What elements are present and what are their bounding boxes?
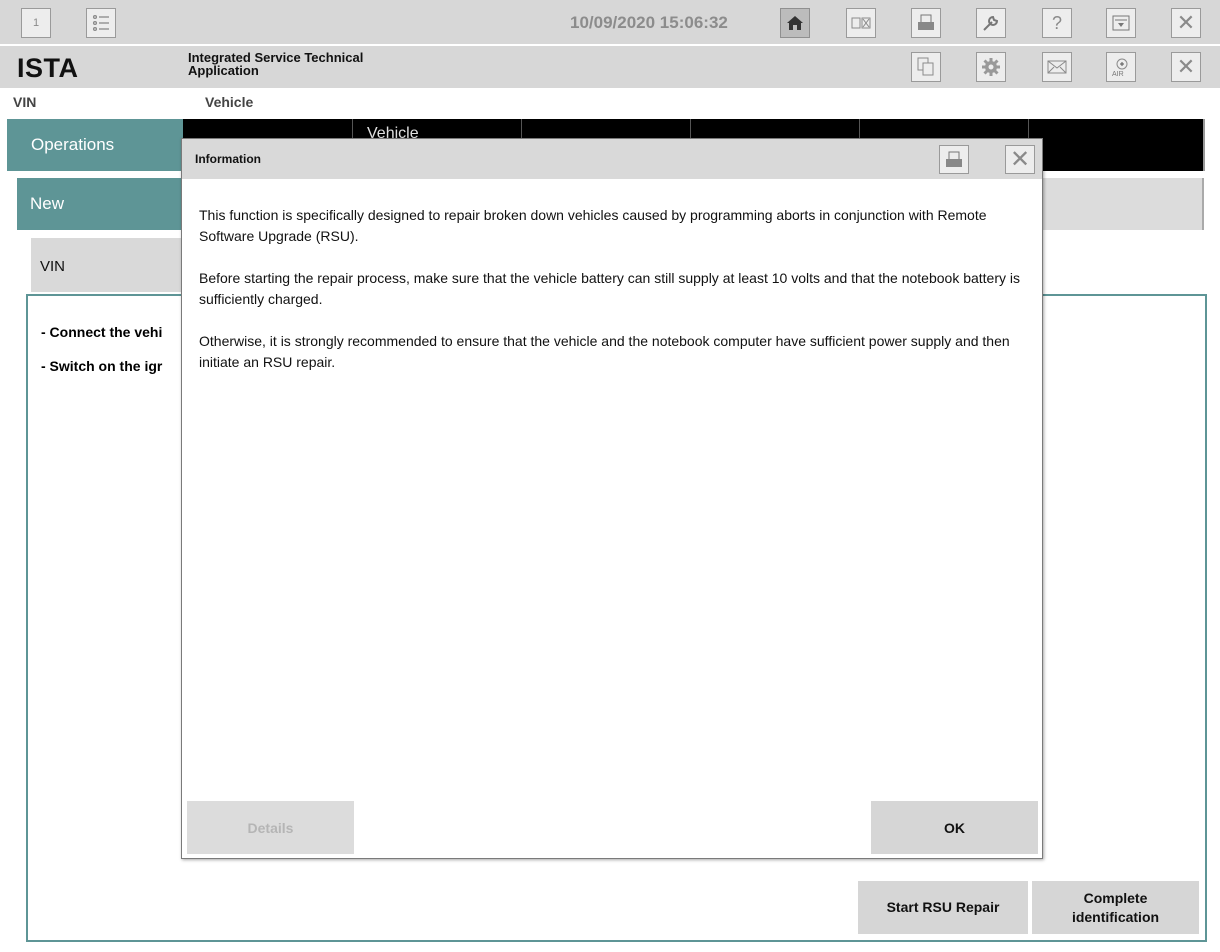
subnav-new[interactable]: New	[17, 178, 183, 230]
svg-text:AIR: AIR	[1112, 71, 1124, 78]
start-rsu-repair-button[interactable]: Start RSU Repair	[858, 881, 1028, 934]
home-icon[interactable]	[780, 8, 810, 38]
tab-vin[interactable]: VIN	[31, 238, 183, 292]
download-icon[interactable]	[1106, 8, 1136, 38]
mail-icon[interactable]	[1042, 52, 1072, 82]
list-icon[interactable]	[86, 8, 116, 38]
copy-icon-svg	[917, 57, 934, 76]
help-icon[interactable]: ?	[1042, 8, 1072, 38]
start-rsu-repair-label: Start RSU Repair	[886, 899, 1000, 915]
dialog-paragraph-3: Otherwise, it is strongly recommended to…	[199, 333, 1010, 370]
dialog-header: Information ✕	[182, 139, 1042, 179]
complete-identification-button[interactable]: Complete identification	[1032, 881, 1199, 934]
download-icon-svg	[1112, 15, 1130, 31]
dialog-print-icon[interactable]	[939, 145, 969, 174]
print-icon-svg	[918, 14, 934, 30]
mail-icon-svg	[1047, 60, 1067, 74]
dialog-paragraph-1: This function is specifically designed t…	[199, 207, 987, 244]
wrench-icon-svg	[983, 15, 999, 31]
instruction-connect: - Connect the vehi	[41, 324, 163, 340]
window-number-button[interactable]: 1	[21, 8, 51, 38]
app-close-icon[interactable]: ✕	[1171, 52, 1201, 82]
split-view-icon[interactable]	[846, 8, 876, 38]
information-dialog: Information ✕ This function is specifica…	[181, 138, 1043, 859]
air-icon[interactable]: AIR	[1106, 52, 1136, 82]
print-icon[interactable]	[911, 8, 941, 38]
gear-icon[interactable]	[976, 52, 1006, 82]
details-button: Details	[187, 801, 354, 854]
close-icon[interactable]: ✕	[1171, 8, 1201, 38]
dialog-close-icon[interactable]: ✕	[1005, 145, 1035, 174]
window-number: 1	[32, 16, 40, 29]
dialog-message: This function is specifically designed t…	[199, 205, 1044, 394]
vin-label: VIN	[13, 94, 37, 110]
dialog-title: Information	[195, 152, 261, 166]
app-header: ISTA Integrated Service Technical Applic…	[0, 46, 1220, 88]
vehicle-label: Vehicle	[205, 94, 254, 110]
air-icon-svg: AIR	[1112, 58, 1128, 78]
top-toolbar: 1 10/09/2020 15:06:32 ? ✕	[0, 0, 1220, 44]
app-name: Integrated Service Technical Application	[188, 50, 364, 78]
wrench-icon[interactable]	[976, 8, 1006, 38]
instruction-ignition: - Switch on the igr	[41, 358, 163, 374]
nav-item-6[interactable]	[1028, 119, 1203, 171]
ok-button[interactable]: OK	[871, 801, 1038, 854]
app-logo: ISTA	[17, 53, 79, 83]
ok-label: OK	[944, 819, 965, 836]
gear-icon-svg	[982, 58, 1000, 76]
split-view-icon-svg	[851, 17, 871, 29]
home-icon-svg	[787, 16, 803, 30]
nav-edge	[1203, 119, 1220, 171]
copy-icon[interactable]	[911, 52, 941, 82]
nav-operations[interactable]: Operations	[7, 119, 183, 171]
dialog-print-icon-svg	[946, 151, 962, 167]
complete-identification-label: Complete identification	[1071, 889, 1160, 925]
details-label: Details	[247, 819, 294, 836]
dialog-paragraph-2: Before starting the repair process, make…	[199, 270, 1021, 307]
datetime-display: 10/09/2020 15:06:32	[570, 13, 728, 32]
list-icon-svg	[92, 14, 109, 32]
